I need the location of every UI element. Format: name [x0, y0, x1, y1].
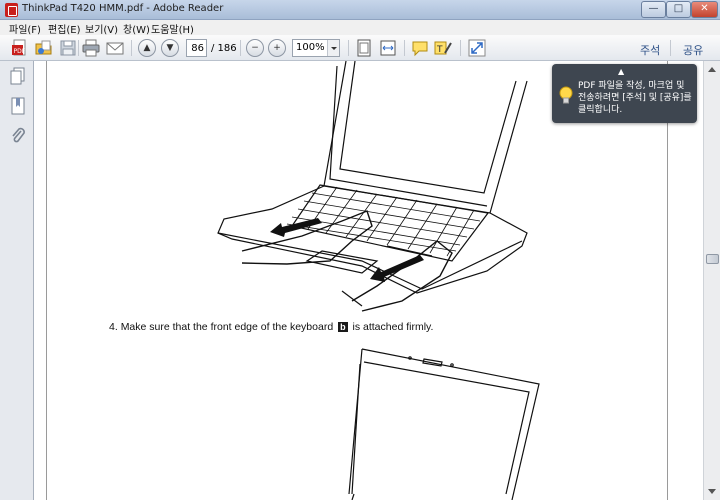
- maximize-button[interactable]: □: [666, 1, 691, 18]
- toolbar-separator: [240, 40, 241, 56]
- window-title: ThinkPad T420 HMM.pdf - Adobe Reader: [22, 3, 224, 14]
- title-bar: ThinkPad T420 HMM.pdf - Adobe Reader — □…: [0, 0, 720, 20]
- fit-width-icon[interactable]: [379, 39, 397, 57]
- vertical-scrollbar[interactable]: [703, 61, 720, 500]
- info-tooltip: ▲ PDF 파일을 작성, 마크업 및 전송하려면 [주석] 및 [공유]를 클…: [552, 64, 697, 123]
- page-total: / 186: [211, 43, 237, 54]
- comment-pane-link[interactable]: 주석: [640, 42, 660, 58]
- toolbar-separator: [404, 40, 405, 56]
- open-file-icon[interactable]: [35, 39, 53, 57]
- toolbar: PDF ▲ ▼ / 186 − + 100%: [0, 35, 720, 61]
- step-caption: 4. Make sure that the front edge of the …: [109, 321, 433, 333]
- share-pane-link[interactable]: 공유: [683, 42, 703, 58]
- zoom-select[interactable]: 100%: [292, 39, 340, 57]
- caption-text-after: is attached firmly.: [352, 321, 434, 333]
- highlight-icon[interactable]: T: [434, 39, 452, 57]
- email-icon[interactable]: [106, 39, 124, 57]
- fullscreen-icon[interactable]: [468, 39, 486, 57]
- keyboard-removal-illustration: [217, 61, 528, 312]
- page-left-edge: [46, 61, 47, 500]
- svg-text:PDF: PDF: [14, 48, 26, 55]
- menu-file[interactable]: 파일(F): [9, 21, 41, 36]
- zoom-in-icon[interactable]: +: [268, 39, 286, 57]
- pages-icon[interactable]: [10, 67, 26, 85]
- bookmarks-icon[interactable]: [10, 97, 26, 115]
- lightbulb-icon: [559, 86, 573, 104]
- close-button[interactable]: ✕: [691, 1, 718, 18]
- save-icon[interactable]: [59, 39, 77, 57]
- zoom-value: 100%: [296, 42, 325, 53]
- svg-text:T: T: [436, 45, 443, 55]
- create-pdf-icon[interactable]: PDF: [11, 39, 29, 57]
- page-right-edge: [667, 61, 668, 500]
- scroll-up-icon[interactable]: [708, 67, 716, 72]
- comment-icon[interactable]: [411, 39, 429, 57]
- menu-bar: 파일(F) 편집(E) 보기(V) 창(W) 도움말(H): [0, 20, 720, 36]
- toolbar-separator: [670, 40, 671, 56]
- adobe-reader-icon: [5, 3, 18, 17]
- caption-text-before: Make sure that the front edge of the key…: [120, 321, 334, 333]
- scroll-thumb[interactable]: [706, 254, 719, 264]
- chevron-down-icon[interactable]: [327, 40, 339, 56]
- menu-edit[interactable]: 편집(E): [48, 21, 81, 36]
- print-icon[interactable]: [82, 39, 100, 57]
- menu-help[interactable]: 도움말(H): [151, 21, 194, 36]
- page-number-input[interactable]: [186, 39, 207, 57]
- zoom-out-icon[interactable]: −: [246, 39, 264, 57]
- menu-view[interactable]: 보기(V): [85, 21, 118, 36]
- scroll-down-icon[interactable]: [708, 489, 716, 494]
- toolbar-separator: [78, 40, 79, 56]
- document-view[interactable]: 4. Make sure that the front edge of the …: [34, 61, 703, 500]
- toolbar-separator: [460, 40, 461, 56]
- toolbar-separator: [131, 40, 132, 56]
- laptop-illustration: [348, 348, 540, 500]
- toolbar-separator: [348, 40, 349, 56]
- menu-window[interactable]: 창(W): [123, 21, 150, 36]
- collapse-caret-icon[interactable]: ▲: [618, 67, 624, 76]
- next-page-icon[interactable]: ▼: [161, 39, 179, 57]
- callout-marker: b: [338, 322, 348, 332]
- tooltip-text: PDF 파일을 작성, 마크업 및 전송하려면 [주석] 및 [공유]를 클릭합…: [578, 81, 692, 115]
- attachments-icon[interactable]: [10, 127, 26, 145]
- navigation-panel: [0, 61, 34, 500]
- step-number: 4.: [109, 321, 118, 333]
- prev-page-icon[interactable]: ▲: [138, 39, 156, 57]
- fit-page-icon[interactable]: [355, 39, 373, 57]
- minimize-button[interactable]: —: [641, 1, 666, 18]
